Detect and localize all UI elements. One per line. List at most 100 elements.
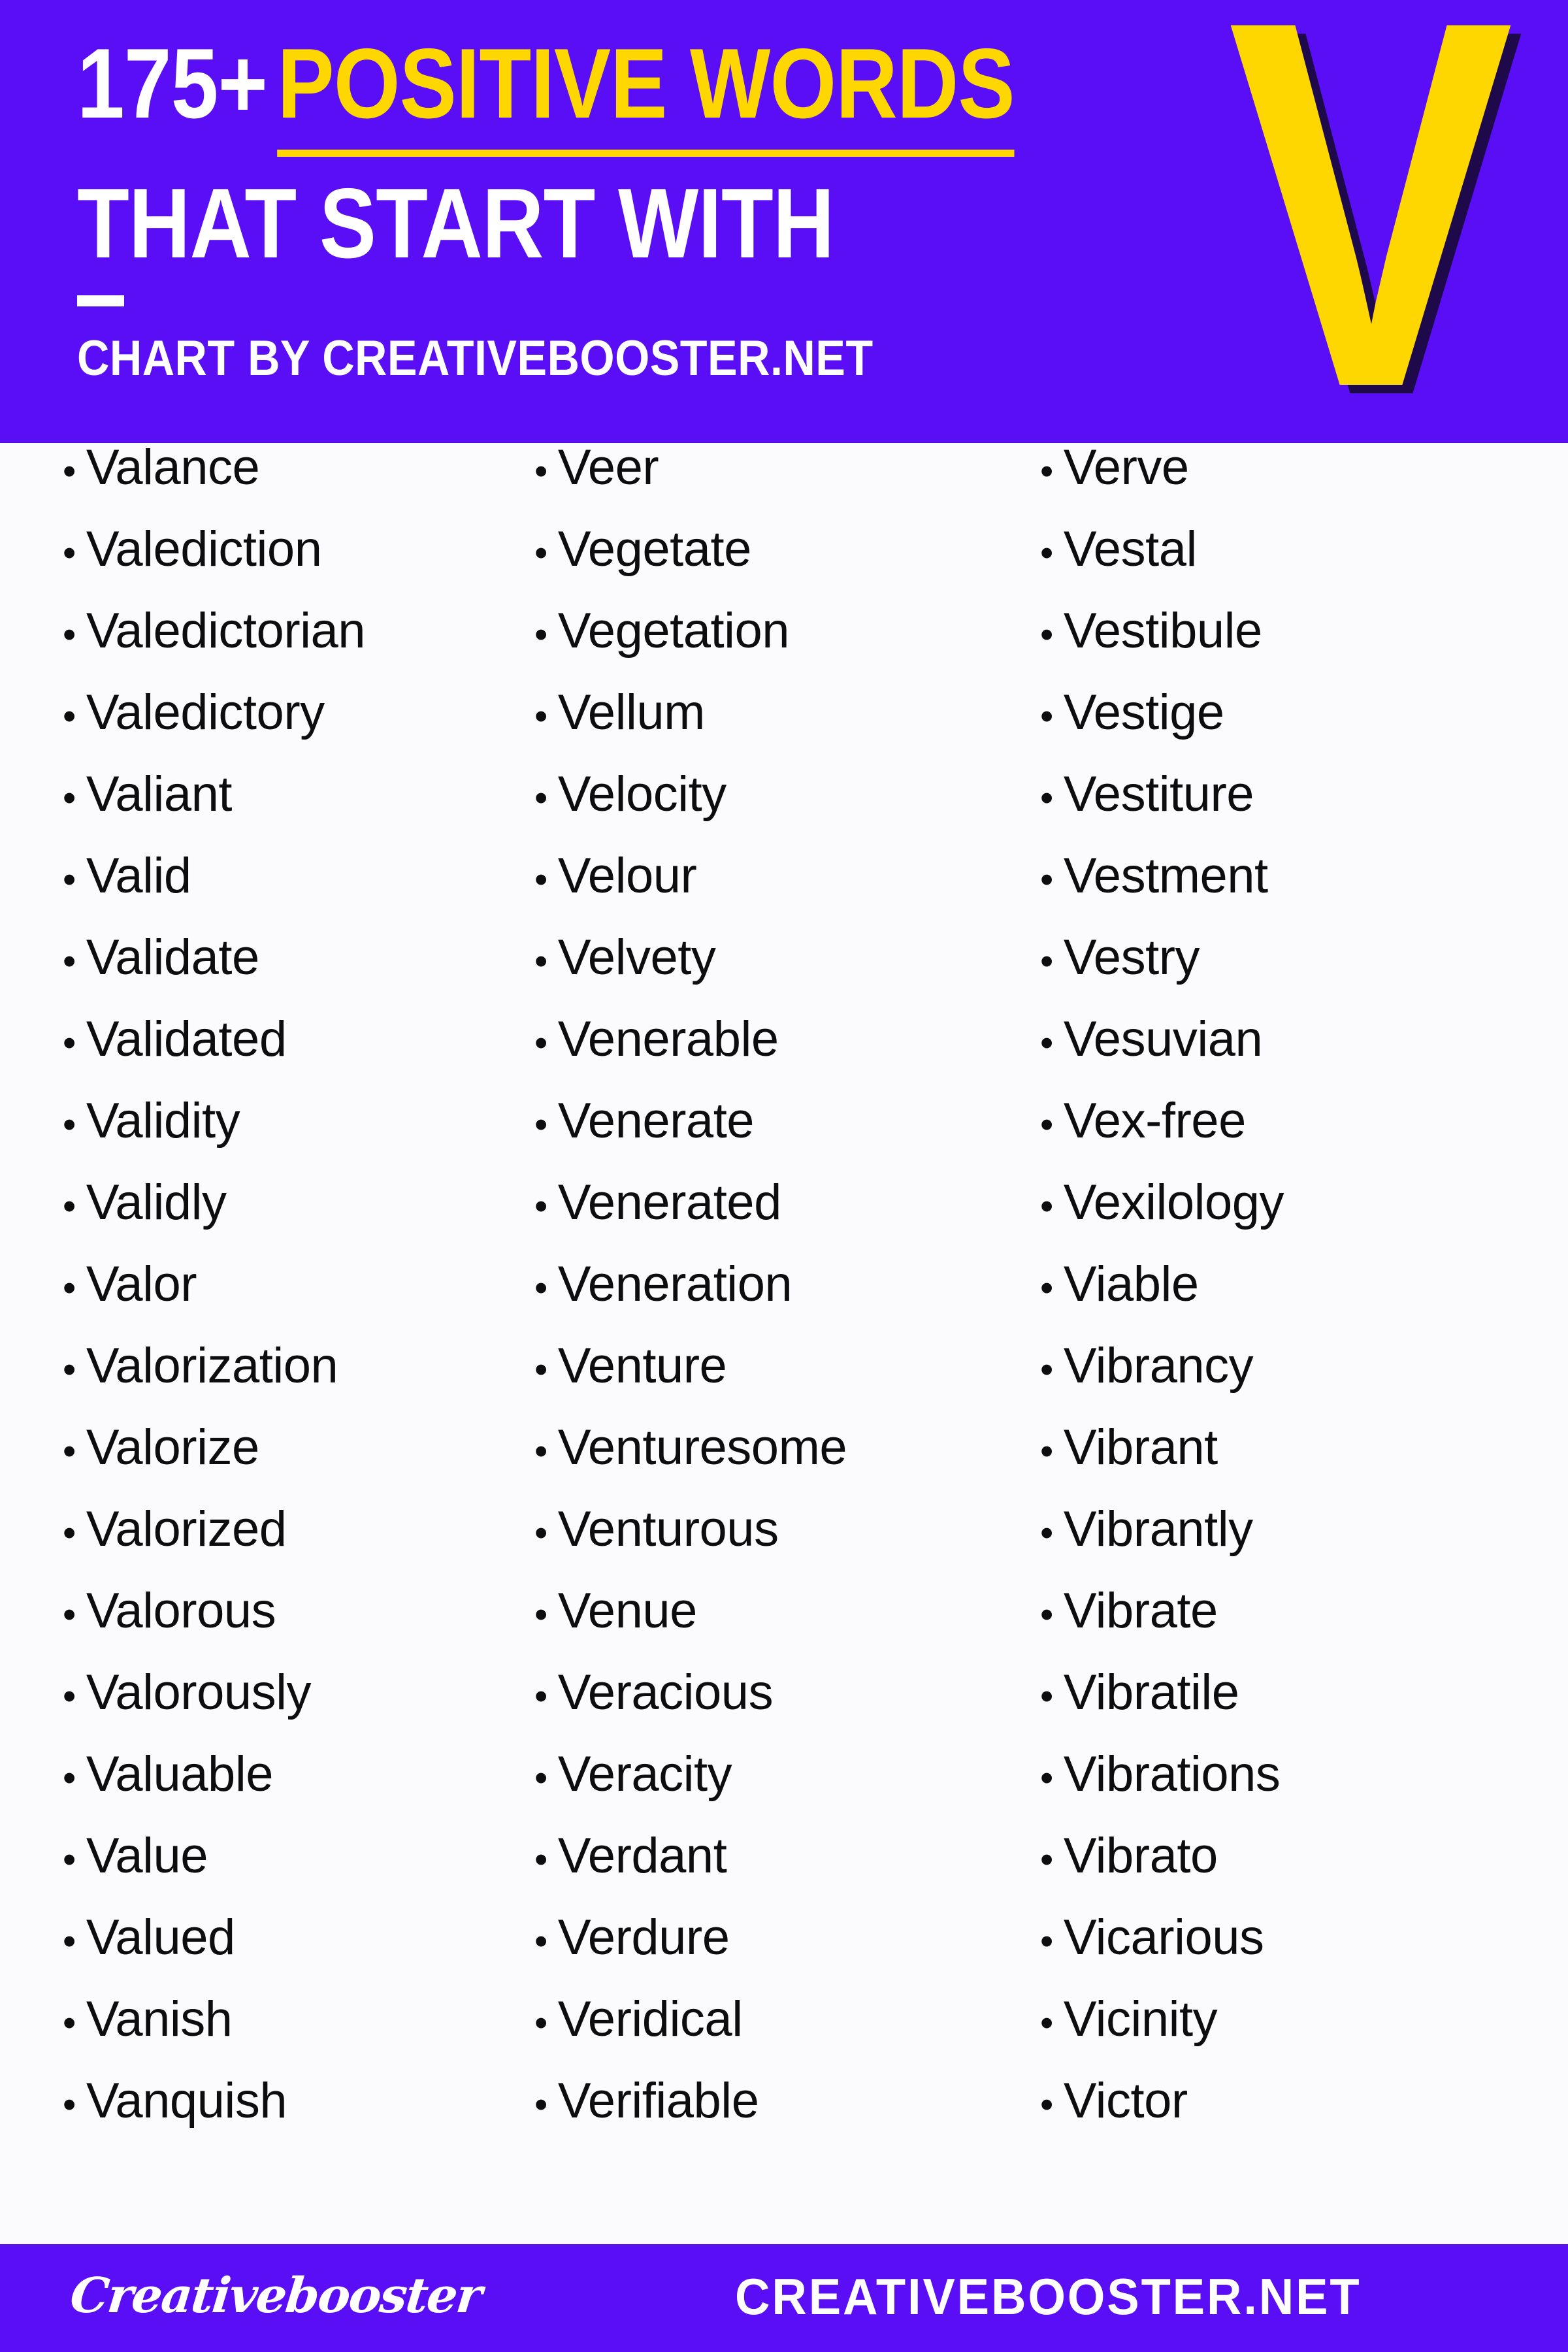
word-label: Vanish [86, 1991, 233, 2047]
bullet-icon: • [1040, 1920, 1053, 1963]
word-list-item: • Valediction [63, 525, 559, 606]
word-list-item: • Venturesome [534, 1423, 1031, 1505]
word-label: Venue [557, 1583, 698, 1639]
bullet-icon: • [534, 1593, 547, 1636]
word-label: Valor [86, 1256, 197, 1312]
bullet-icon: • [1040, 1838, 1053, 1881]
bullet-icon: • [1040, 2002, 1053, 2044]
bullet-icon: • [1040, 450, 1053, 493]
word-list-item: • Vibrant [1040, 1423, 1537, 1505]
word-label: Vesuvian [1063, 1011, 1263, 1067]
word-label: Valedictorian [86, 603, 366, 659]
word-label: Valorization [86, 1338, 338, 1394]
bullet-icon: • [1040, 777, 1053, 819]
word-list-item: • Valorously [63, 1668, 559, 1750]
word-label: Venture [557, 1338, 727, 1394]
word-list-item: • Vestiture [1040, 770, 1537, 851]
word-list-item: • Vibrate [1040, 1586, 1537, 1668]
bullet-icon: • [534, 2002, 547, 2044]
bullet-icon: • [534, 1920, 547, 1963]
bullet-icon: • [63, 1022, 76, 1064]
word-list-item: • Valid [63, 851, 559, 933]
word-list-item: • Vegetate [534, 525, 1031, 606]
word-label: Velour [557, 848, 697, 904]
word-list-item: • Validate [63, 933, 559, 1015]
bullet-icon: • [534, 1022, 547, 1064]
word-label: Valorous [86, 1583, 276, 1639]
bullet-icon: • [63, 1838, 76, 1881]
bullet-icon: • [63, 1103, 76, 1146]
bullet-icon: • [1040, 1348, 1053, 1391]
word-label: Valorously [86, 1665, 312, 1720]
word-list-item: • Venture [534, 1341, 1031, 1423]
word-label: Valedictory [86, 685, 325, 740]
word-label: Velocity [557, 766, 727, 822]
word-list-item: • Verdure [534, 1913, 1031, 1995]
word-list-item: • Value [63, 1831, 559, 1913]
word-list-item: • Veridical [534, 1995, 1031, 2076]
word-list-item: • Venerated [534, 1178, 1031, 1260]
word-list-item: • Valance [63, 443, 559, 525]
bullet-icon: • [63, 1348, 76, 1391]
word-list-item: • Vexilology [1040, 1178, 1537, 1260]
bullet-icon: • [534, 1185, 547, 1228]
word-list-item: • Venerable [534, 1015, 1031, 1096]
bullet-icon: • [1040, 1022, 1053, 1064]
bullet-icon: • [63, 1185, 76, 1228]
word-list-item: • Viable [1040, 1260, 1537, 1341]
word-label: Venturous [557, 1501, 779, 1557]
word-list-item: • Validated [63, 1015, 559, 1096]
footer-bar: Creativebooster CREATIVEBOOSTER.NET [0, 2244, 1568, 2352]
word-label: Vibrant [1063, 1420, 1218, 1475]
word-column-2: • Veer • Vegetate • Vegetation • Vellum • Velocit… [534, 443, 1031, 2158]
bullet-icon: • [1040, 532, 1053, 574]
word-list-item: • Vellum [534, 688, 1031, 770]
word-list-item: • Vicinity [1040, 1995, 1537, 2076]
word-label: Viable [1063, 1256, 1199, 1312]
word-list-item: • Verve [1040, 443, 1537, 525]
word-list-item: • Vegetation [534, 606, 1031, 688]
word-list-item: • Vestment [1040, 851, 1537, 933]
word-list-item: • Valuable [63, 1750, 559, 1831]
byline-label: CHART BY CREATIVEBOOSTER.NET [77, 331, 874, 386]
word-label: Vicinity [1063, 1991, 1218, 2047]
word-label: Venerable [557, 1011, 779, 1067]
bullet-icon: • [1040, 1757, 1053, 1799]
word-list-item: • Valedictory [63, 688, 559, 770]
word-label: Verve [1063, 440, 1189, 495]
word-list-item: • Vibrato [1040, 1831, 1537, 1913]
divider-dash [77, 295, 124, 306]
word-list-item: • Valor [63, 1260, 559, 1341]
bullet-icon: • [1040, 1675, 1053, 1718]
word-label: Vex-free [1063, 1093, 1247, 1149]
word-label: Venerated [557, 1175, 782, 1230]
word-list-item: • Verifiable [534, 2076, 1031, 2158]
word-label: Veneration [557, 1256, 792, 1312]
bullet-icon: • [534, 532, 547, 574]
bullet-icon: • [534, 695, 547, 738]
word-label: Vibrato [1063, 1828, 1218, 1884]
word-label: Valorize [86, 1420, 259, 1475]
word-list-item: • Vestige [1040, 688, 1537, 770]
word-list-item: • Veracious [534, 1668, 1031, 1750]
bullet-icon: • [1040, 1430, 1053, 1473]
word-column-1: • Valance • Valediction • Valedictorian • Valed… [63, 443, 559, 2158]
bullet-icon: • [63, 532, 76, 574]
word-label: Verdant [557, 1828, 727, 1884]
word-list-item: • Venue [534, 1586, 1031, 1668]
word-label: Vegetate [557, 521, 752, 577]
word-list-item: • Vestibule [1040, 606, 1537, 688]
header-banner: 175+ POSITIVE WORDS THAT START WITH CHART… [0, 0, 1568, 443]
word-label: Verifiable [557, 2073, 759, 2129]
word-label: Vestry [1063, 930, 1200, 985]
bullet-icon: • [1040, 1512, 1053, 1554]
word-label: Valiant [86, 766, 233, 822]
bullet-icon: • [534, 1103, 547, 1146]
word-label: Value [86, 1828, 208, 1884]
word-list-item: • Valorous [63, 1586, 559, 1668]
word-label: Vestal [1063, 521, 1198, 577]
word-list-item: • Verdant [534, 1831, 1031, 1913]
word-list-item: • Victor [1040, 2076, 1537, 2158]
word-label: Vibrations [1063, 1746, 1281, 1802]
word-label: Victor [1063, 2073, 1188, 2129]
